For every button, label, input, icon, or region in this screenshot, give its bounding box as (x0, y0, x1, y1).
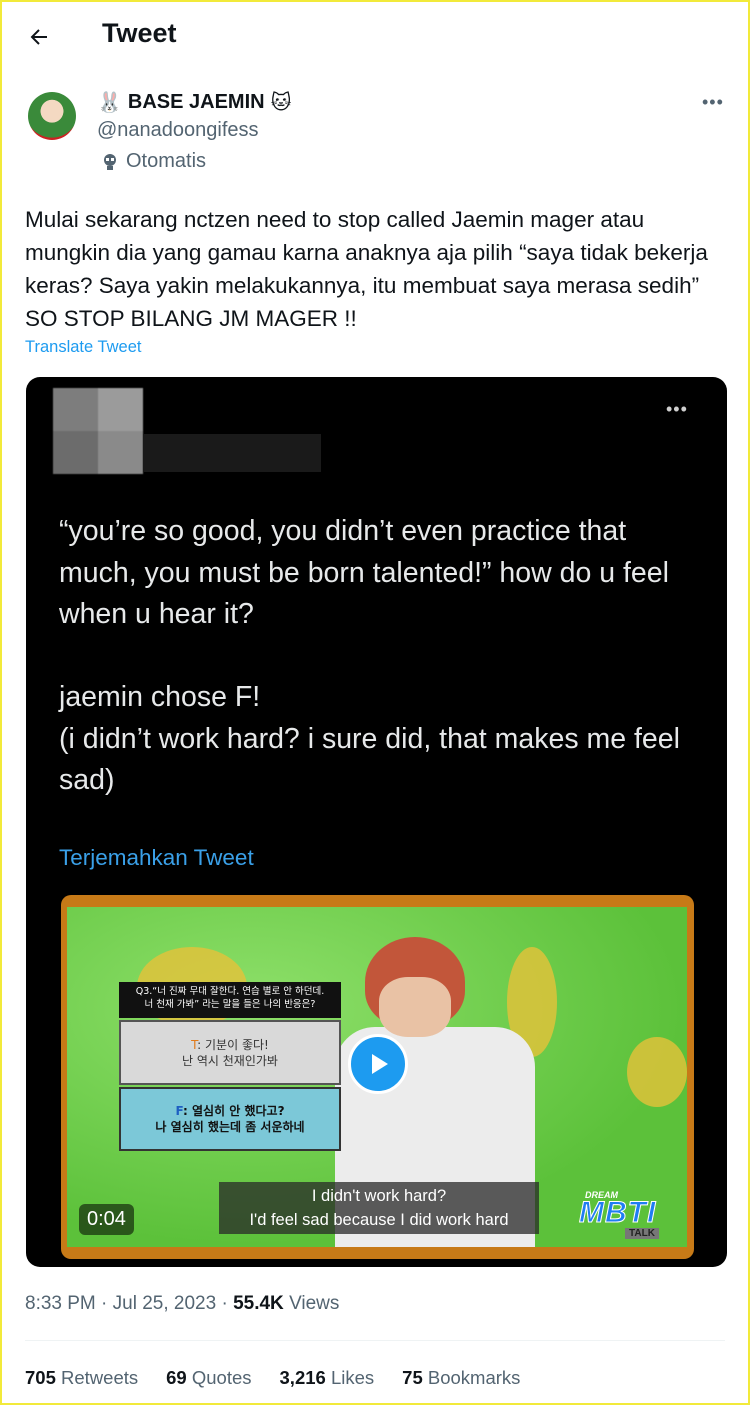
bookmarks-stat[interactable]: 75 Bookmarks (402, 1367, 520, 1389)
rabbit-emoji: 🐰 (97, 90, 122, 114)
blurred-avatar (53, 388, 143, 474)
page-title: Tweet (102, 18, 177, 48)
quiz-question-line1: Q3.“너 진짜 무대 잘한다. 연습 별로 안 하던데. (135, 986, 325, 997)
automated-text: Otomatis (126, 150, 207, 172)
arrow-left-icon (30, 29, 47, 45)
quiz-question: Q3.“너 진짜 무대 잘한다. 연습 별로 안 하던데. 너 천재 가봐” 라… (119, 982, 341, 1018)
quotes-count: 69 (166, 1367, 187, 1388)
decor-shape (627, 1037, 687, 1107)
divider (25, 1340, 725, 1341)
logo-talk: TALK (625, 1228, 659, 1239)
video-subtitle: I didn't work hard? I'd feel sad because… (219, 1182, 539, 1234)
subtitle-line1: I didn't work hard? (311, 1187, 447, 1205)
person-face (379, 977, 451, 1037)
tweet-meta: 8:33 PM · Jul 25, 2023 · 55.4K Views (25, 1293, 339, 1315)
retweets-stat[interactable]: 705 Retweets (25, 1367, 138, 1389)
option-t-line1: : 기분이 좋다! (197, 1037, 269, 1052)
bookmarks-count: 75 (402, 1367, 423, 1388)
likes-count: 3,216 (279, 1367, 326, 1388)
embedded-screenshot[interactable]: ••• “you’re so good, you didn’t even pra… (26, 377, 727, 1267)
blurred-username (143, 434, 321, 472)
translate-tweet-link[interactable]: Translate Tweet (25, 338, 141, 357)
tweet-text: Mulai sekarang nctzen need to stop calle… (25, 207, 708, 331)
quotes-stat[interactable]: 69 Quotes (166, 1367, 251, 1389)
tweet-time[interactable]: 8:33 PM (25, 1293, 96, 1314)
quiz-card: Q3.“너 진짜 무대 잘한다. 연습 별로 안 하던데. 너 천재 가봐” 라… (119, 982, 341, 1152)
tweet-date[interactable]: Jul 25, 2023 (113, 1293, 217, 1314)
subtitle-line2: I'd feel sad because I did work hard (249, 1211, 509, 1229)
views-label: Views (289, 1293, 340, 1314)
author-name-text: BASE JAEMIN (127, 90, 265, 113)
more-options-icon[interactable]: ••• (702, 92, 724, 113)
retweets-count: 705 (25, 1367, 56, 1388)
option-f-letter: F (175, 1104, 183, 1118)
logo-mbti: MBTI (578, 1196, 657, 1230)
retweets-label: Retweets (61, 1367, 139, 1388)
video-duration: 0:04 (79, 1204, 134, 1235)
quiz-option-f: F: 열심히 안 했다고? 나 열심히 했는데 좀 서운하네 (119, 1087, 341, 1151)
meta-separator: · (95, 1293, 113, 1314)
embedded-translate-link: Terjemahkan Tweet (59, 845, 254, 870)
quotes-label: Quotes (191, 1367, 252, 1388)
bookmarks-label: Bookmarks (427, 1367, 521, 1388)
embedded-tweet-text: “you’re so good, you didn’t even practic… (59, 515, 680, 796)
header: Tweet (0, 0, 750, 72)
video-frame: Q3.“너 진짜 무대 잘한다. 연습 별로 안 하던데. 너 천재 가봐” 라… (67, 907, 687, 1247)
quiz-question-line2: 너 천재 가봐” 라는 말을 들은 나의 반응은? (144, 999, 316, 1010)
mbti-talk-logo: DREAM MBTI TALK (567, 1190, 687, 1240)
author-name[interactable]: 🐰 BASE JAEMIN 🐱 (97, 90, 291, 114)
meta-separator: · (216, 1293, 234, 1314)
play-icon (372, 1054, 388, 1074)
video-player[interactable]: Q3.“너 진짜 무대 잘한다. 연습 별로 안 하던데. 너 천재 가봐” 라… (61, 895, 694, 1259)
avatar[interactable] (28, 92, 76, 140)
likes-stat[interactable]: 3,216 Likes (280, 1367, 375, 1389)
quiz-option-t: T: 기분이 좋다! 난 역시 천재인가봐 (119, 1020, 341, 1085)
views-count: 55.4K (233, 1293, 284, 1314)
play-button[interactable] (348, 1034, 408, 1094)
option-f-line1: : 열심히 안 했다고? (182, 1104, 285, 1118)
option-t-line2: 난 역시 천재인가봐 (182, 1053, 278, 1068)
automated-label: Otomatis (100, 150, 206, 173)
author-handle[interactable]: @nanadoongifess (97, 119, 259, 142)
back-button[interactable] (24, 22, 54, 52)
cat-emoji: 🐱 (270, 90, 292, 114)
tweet-stats: 705 Retweets 69 Quotes 3,216 Likes 75 Bo… (25, 1367, 548, 1389)
card-more-icon: ••• (666, 399, 688, 419)
option-f-line2: 나 열심히 했는데 좀 서운하네 (155, 1120, 305, 1134)
robot-icon (104, 153, 116, 170)
likes-label: Likes (330, 1367, 375, 1388)
